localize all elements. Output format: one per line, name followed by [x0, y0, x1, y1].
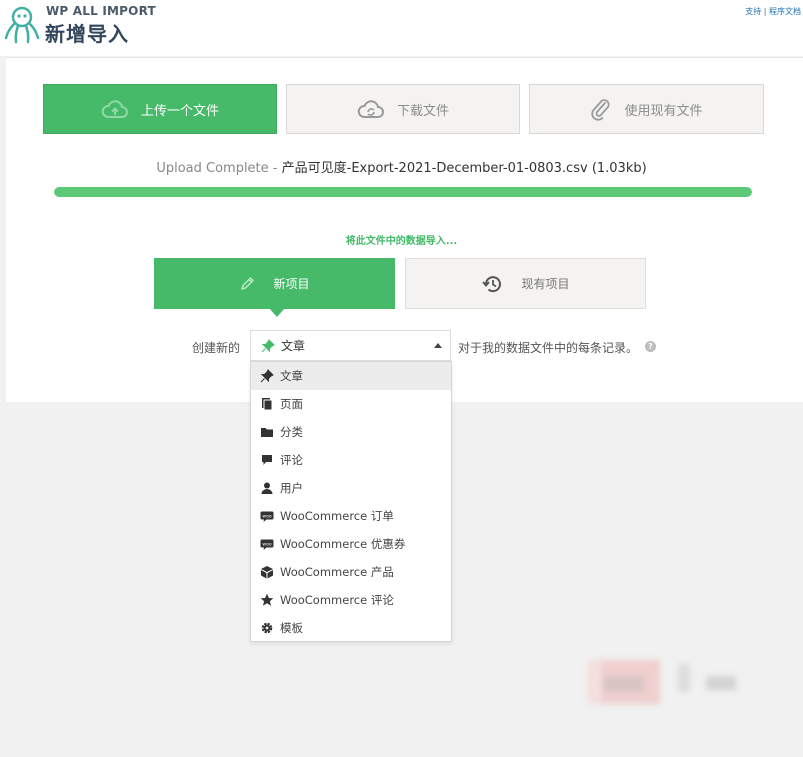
uploaded-file-size: (1.03kb): [591, 161, 647, 176]
caret-up-icon: [434, 343, 442, 348]
page: WP ALL IMPORT 新增导入 支持 | 程序文档 上传一个文件 下载文件…: [0, 0, 803, 757]
pushpin-icon: [261, 338, 275, 352]
user-icon: [261, 482, 273, 494]
brand-name: WP ALL IMPORT: [46, 4, 156, 18]
pushpin-icon: [260, 369, 274, 383]
support-link[interactable]: 支持: [745, 7, 761, 16]
option-comments[interactable]: 评论: [251, 446, 451, 474]
page-title: 新增导入: [45, 22, 129, 46]
for-each-record-label: 对于我的数据文件中的每条记录。: [458, 341, 639, 355]
pencil-icon: [241, 276, 255, 290]
woo-icon: woo: [260, 539, 274, 550]
svg-text:woo: woo: [262, 542, 271, 547]
star-icon: [260, 593, 274, 606]
top-links: 支持 | 程序文档: [745, 6, 801, 17]
option-label: 页面: [280, 397, 303, 411]
option-label: WooCommerce 订单: [280, 509, 394, 523]
option-label: 用户: [280, 481, 303, 495]
option-woo-reviews[interactable]: WooCommerce 评论: [251, 586, 451, 614]
tab-existing-label: 使用现有文件: [624, 103, 703, 119]
documentation-link[interactable]: 程序文档: [769, 7, 801, 16]
option-label: WooCommerce 产品: [280, 565, 394, 579]
svg-text:woo: woo: [262, 514, 271, 519]
upload-complete-text: Upload Complete: [156, 161, 269, 176]
post-type-dropdown: 文章 页面 分类 评论 用户 woo WooCommerce 订单 woo Wo…: [250, 361, 452, 642]
link-separator: |: [763, 7, 767, 16]
upload-progress-fill: [54, 187, 752, 197]
paperclip-icon: [591, 99, 611, 121]
cloud-download-icon: [357, 100, 384, 118]
comment-icon: [262, 455, 272, 465]
gear-icon: [261, 622, 273, 634]
tab-upload-label: 上传一个文件: [140, 103, 219, 119]
post-type-select[interactable]: 文章: [250, 330, 451, 361]
uploaded-filename: 产品可见度-Export-2021-December-01-0803.csv: [281, 161, 588, 176]
option-taxonomies[interactable]: 分类: [251, 418, 451, 446]
option-templates[interactable]: 模板: [251, 614, 451, 642]
option-woo-coupons[interactable]: woo WooCommerce 优惠券: [251, 530, 451, 558]
option-woo-products[interactable]: WooCommerce 产品: [251, 558, 451, 586]
option-pages[interactable]: 页面: [251, 390, 451, 418]
option-label: 评论: [280, 453, 303, 467]
post-type-selected-value: 文章: [281, 339, 306, 353]
tab-download-label: 下载文件: [396, 103, 449, 119]
tab-download-file[interactable]: 下载文件: [286, 84, 520, 134]
help-icon[interactable]: ?: [645, 341, 656, 352]
option-label: 分类: [280, 425, 303, 439]
upload-progress-bar: [54, 187, 752, 197]
import-hint: 将此文件中的数据导入...: [345, 236, 458, 247]
option-woo-orders[interactable]: woo WooCommerce 订单: [251, 502, 451, 530]
option-label: 模板: [280, 621, 303, 635]
folder-icon: [261, 428, 273, 437]
box-icon: [261, 566, 273, 579]
new-items-label: 新项目: [273, 277, 310, 291]
create-new-label: 创建新的: [192, 341, 241, 355]
selected-choice-pointer: [269, 308, 285, 317]
option-label: WooCommerce 优惠券: [280, 537, 406, 551]
option-label: 文章: [280, 369, 303, 383]
history-icon: [482, 275, 502, 292]
pages-icon: [262, 398, 273, 411]
existing-items-label: 现有项目: [521, 277, 570, 291]
cloud-upload-icon: [101, 100, 128, 118]
octopus-logo-icon: [4, 6, 40, 44]
option-users[interactable]: 用户: [251, 474, 451, 502]
option-posts[interactable]: 文章: [251, 362, 451, 390]
header: WP ALL IMPORT 新增导入 支持 | 程序文档: [0, 0, 803, 56]
status-separator: -: [268, 161, 282, 176]
tab-upload-file[interactable]: 上传一个文件: [43, 84, 277, 134]
new-items-button[interactable]: 新项目: [154, 258, 395, 309]
woo-icon: woo: [260, 511, 274, 522]
option-label: WooCommerce 评论: [280, 593, 394, 607]
tab-use-existing-file[interactable]: 使用现有文件: [529, 84, 764, 134]
upload-status: Upload Complete - 产品可见度-Export-2021-Dece…: [0, 157, 803, 176]
existing-items-button[interactable]: 现有项目: [405, 258, 646, 309]
